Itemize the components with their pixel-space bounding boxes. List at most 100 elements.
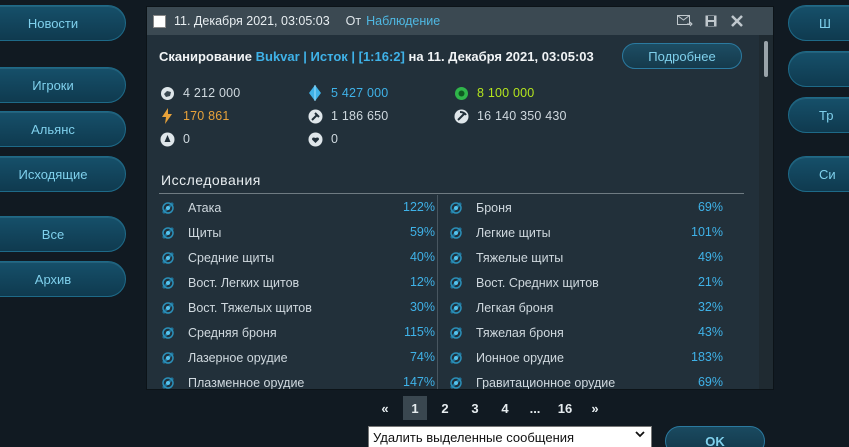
nav-label: Игроки [32,77,74,93]
research-tech-icon [447,199,465,217]
research-percent: 147% [403,375,435,389]
research-name: Легкая броня [476,300,554,315]
research-percent: 21% [697,275,723,289]
nav-right-button-3[interactable]: Тр [788,97,849,133]
nav-archive-button[interactable]: Архив [0,261,126,297]
research-tech-icon [447,324,465,342]
resource-deuterium: 8 100 000 [453,85,534,101]
scan-date: 11. Декабря 2021, 03:05:03 [427,49,594,64]
nav-right-button-1[interactable]: Ш [788,5,849,41]
page-4[interactable]: 4 [490,396,520,420]
research-tech-icon [447,349,465,367]
research-item: Ионное орудие [447,345,564,370]
message-titlebar: 11. Декабря 2021, 03:05:03 От Наблюдение [147,7,773,35]
page-16[interactable]: 16 [550,396,580,420]
research-percent: 30% [409,300,435,314]
nav-right-button-4[interactable]: Си [788,156,849,192]
ok-button[interactable]: OK [665,426,765,447]
research-percent: 69% [697,200,723,214]
nav-label: Си [819,166,836,182]
resource-6-value: 16 140 350 430 [477,109,567,123]
research-name: Атака [188,200,222,215]
pickaxe-icon [453,108,469,124]
resource-crystal: 5 427 000 [307,85,388,101]
research-percent: 43% [697,325,723,339]
nav-players-button[interactable]: Игроки [0,67,126,103]
nav-alliance-button[interactable]: Альянс [0,111,126,147]
research-name: Вост. Тяжелых щитов [188,300,312,315]
deuterium-icon [453,85,469,101]
research-item: Легкая броня [447,295,553,320]
resource-6: 16 140 350 430 [453,108,567,124]
research-tech-icon [159,224,177,242]
page-1[interactable]: 1 [403,396,427,420]
research-tech-icon [447,299,465,317]
metal-icon [159,85,175,101]
message-scrollbar[interactable] [759,35,773,389]
close-icon[interactable] [729,13,745,29]
research-item: Вост. Средних щитов [447,270,599,295]
scan-on: на [408,49,424,64]
from-name-link[interactable]: Наблюдение [366,14,440,28]
research-tech-icon [159,199,177,217]
page-ellipsis: ... [529,400,541,416]
research-tech-icon [447,274,465,292]
research-item: Вост. Легких щитов [159,270,299,295]
research-row: Средняя броня 115% Тяжелая броня 43% [147,320,759,345]
scrollbar-thumb[interactable] [764,41,768,77]
nav-label: Исходящие [18,166,88,182]
from-label: От [345,14,362,28]
page-3[interactable]: 3 [460,396,490,420]
ok-label: OK [705,433,725,447]
research-item: Плазменное орудие [159,370,304,389]
page-next[interactable]: » [580,396,610,420]
deuterium-value: 8 100 000 [477,86,535,100]
select-message-checkbox[interactable] [153,14,166,28]
research-item: Тяжелая броня [447,320,564,345]
scan-heading: Сканирование Bukvar | Исток | [1:16:2] н… [159,49,594,64]
research-name: Вост. Легких щитов [188,275,300,290]
research-row: Атака 122% Броня 69% [147,195,759,220]
research-row: Плазменное орудие 147% Гравитационное оруд… [147,370,759,389]
resource-metal: 4 212 000 [159,85,240,101]
resource-5-value: 1 186 650 [331,109,389,123]
bulk-action-select[interactable]: Удалить выделенные сообщения [368,426,652,447]
nav-label: Все [41,226,65,242]
research-row: Щиты 59% Легкие щиты 101% [147,220,759,245]
research-row: Лазерное орудие 74% Ионное орудие 183% [147,345,759,370]
nav-right-button-2[interactable] [788,51,849,87]
research-row: Средние щиты 40% Тяжелые щиты 49% [147,245,759,270]
details-button[interactable]: Подробнее [622,43,742,69]
nav-outgoing-button[interactable]: Исходящие [0,156,126,192]
research-percent: 115% [403,325,435,339]
save-icon[interactable] [703,13,719,29]
research-item: Средняя броня [159,320,277,345]
research-section-title: Исследования [161,172,261,188]
nav-all-button[interactable]: Все [0,216,126,252]
nav-label: Ш [819,15,831,31]
forward-mail-icon[interactable] [677,13,693,29]
page-prev[interactable]: « [370,396,400,420]
nav-label: Новости [27,15,79,31]
scan-target-link[interactable]: Bukvar | Исток | [1:16:2] [256,49,405,64]
research-name: Средняя броня [188,325,277,340]
research-row: Вост. Тяжелых щитов 30% Легкая броня 32% [147,295,759,320]
research-name: Щиты [188,225,222,240]
metal-value: 4 212 000 [183,86,241,100]
research-row: Вост. Легких щитов 12% Вост. Средних щитов… [147,270,759,295]
nav-news-button[interactable]: Новости [0,5,126,41]
research-name: Броня [476,200,512,215]
hammer-icon [307,108,323,124]
research-percent: 122% [403,200,435,214]
crystal-icon [307,85,323,101]
research-item: Легкие щиты [447,220,551,245]
nav-label: Тр [819,107,834,123]
drop-icon [159,131,175,147]
page-2[interactable]: 2 [430,396,460,420]
research-percent: 183% [691,350,723,364]
resource-5: 1 186 650 [307,108,388,124]
resource-7-value: 0 [183,132,191,146]
research-tech-icon [447,249,465,267]
research-item: Лазерное орудие [159,345,288,370]
research-tech-icon [159,274,177,292]
